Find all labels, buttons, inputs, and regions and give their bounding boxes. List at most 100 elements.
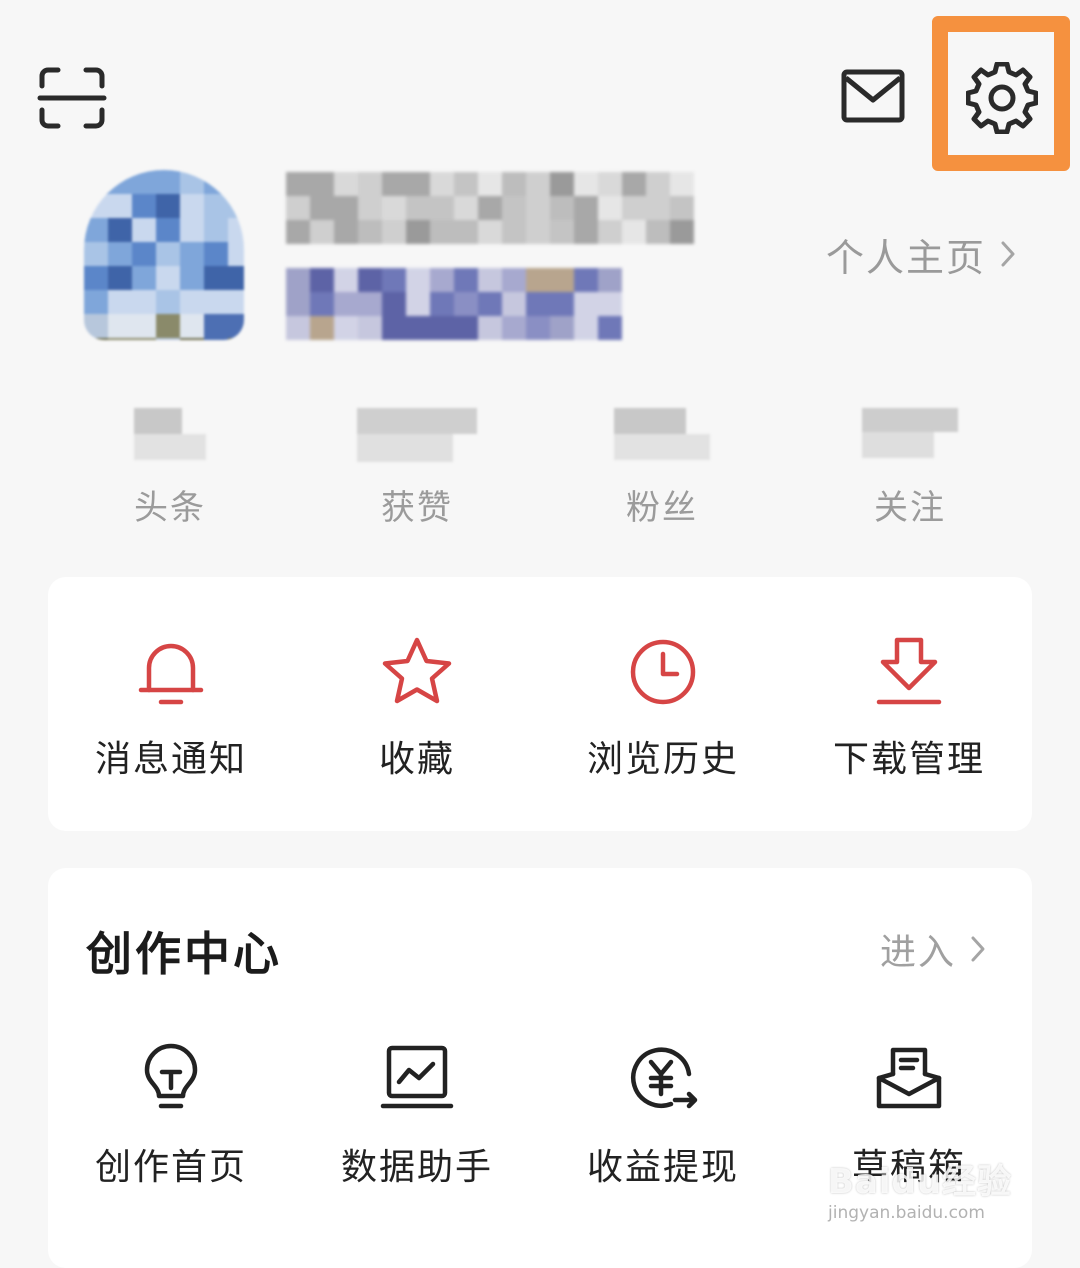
stat-label: 关注: [874, 488, 946, 528]
creator-home-button[interactable]: 创作首页: [48, 1040, 294, 1190]
avatar-pixel: [180, 266, 204, 290]
avatar-pixel: [132, 266, 156, 290]
avatar-pixel: [156, 314, 180, 338]
redaction-pixel: [574, 172, 598, 196]
avatar-pixel: [156, 194, 180, 218]
avatar-pixel: [180, 194, 204, 218]
yen-coin-icon: [623, 1040, 703, 1120]
redaction-pixel: [502, 268, 526, 292]
redaction-pixel: [550, 292, 574, 316]
redaction-pixel: [478, 220, 502, 244]
tool-label: 浏览历史: [586, 739, 739, 780]
tool-label: 收藏: [378, 739, 455, 780]
personal-homepage-link[interactable]: 个人主页: [826, 226, 1016, 282]
stat-value-redacted: [357, 408, 477, 464]
creator-center-title: 创作中心: [86, 927, 282, 981]
avatar-pixel: [228, 266, 244, 290]
redaction-pixel: [502, 292, 526, 316]
redaction-pixel: [310, 172, 334, 196]
avatar-pixel: [132, 290, 156, 314]
redaction-pixel: [406, 196, 430, 220]
clock-icon: [623, 632, 703, 712]
redaction-pixel: [382, 196, 406, 220]
avatar-pixel: [132, 194, 156, 218]
avatar-pixel: [108, 338, 132, 340]
tool-label: 收益提现: [586, 1147, 739, 1188]
redaction-pixel: [478, 292, 502, 316]
stat-headlines[interactable]: 头条: [70, 408, 270, 529]
redaction-pixel: [646, 220, 670, 244]
user-info-redacted: [286, 268, 626, 340]
lightbulb-icon: [131, 1040, 211, 1120]
stat-following[interactable]: 关注: [810, 408, 1010, 529]
avatar-pixel: [180, 290, 204, 314]
avatar-pixel: [132, 314, 156, 338]
redaction-pixel: [310, 292, 334, 316]
avatar[interactable]: [84, 170, 244, 340]
redaction-pixel: [670, 172, 694, 196]
redaction-pixel: [526, 268, 550, 292]
redaction-pixel: [454, 196, 478, 220]
redaction-pixel: [598, 292, 622, 316]
avatar-pixel: [108, 314, 132, 338]
redaction-pixel: [598, 220, 622, 244]
redaction-pixel: [454, 172, 478, 196]
redaction-pixel: [382, 268, 406, 292]
watermark-url: jingyan.baidu.com: [828, 1203, 985, 1223]
avatar-pixel: [84, 194, 108, 218]
username-redacted: [286, 172, 696, 244]
redaction-pixel: [286, 316, 310, 340]
avatar-pixel: [180, 242, 204, 266]
redaction-pixel: [550, 316, 574, 340]
redaction-pixel: [334, 292, 358, 316]
scan-button[interactable]: [36, 64, 108, 132]
personal-homepage-label: 个人主页: [826, 235, 987, 280]
redaction-pixel: [358, 196, 382, 220]
redaction-pixel: [574, 196, 598, 220]
messages-button[interactable]: [840, 66, 906, 126]
redaction-pixel: [478, 196, 502, 220]
redaction-pixel: [670, 220, 694, 244]
redaction-pixel: [598, 268, 622, 292]
redaction-pixel: [454, 292, 478, 316]
redaction-pixel: [646, 172, 670, 196]
avatar-pixel: [108, 194, 132, 218]
tool-label: 下载管理: [832, 739, 985, 780]
avatar-pixel: [84, 290, 108, 314]
tool-label: 创作首页: [94, 1147, 247, 1188]
redaction-pixel: [382, 172, 406, 196]
redaction-pixel: [430, 268, 454, 292]
creator-enter-link[interactable]: 进入: [880, 924, 986, 974]
history-button[interactable]: 浏览历史: [540, 632, 786, 782]
redaction-pixel: [670, 196, 694, 220]
redaction-pixel: [526, 292, 550, 316]
redaction-pixel: [550, 196, 574, 220]
redaction-pixel: [334, 316, 358, 340]
redaction-pixel: [478, 172, 502, 196]
redaction-pixel: [406, 316, 430, 340]
stat-fans[interactable]: 粉丝: [562, 408, 762, 529]
avatar-pixel: [180, 218, 204, 242]
redaction-pixel: [382, 316, 406, 340]
mail-icon: [841, 69, 905, 123]
stat-value-redacted: [614, 408, 710, 464]
favorites-button[interactable]: 收藏: [294, 632, 540, 782]
redaction-pixel: [622, 196, 646, 220]
stat-value-redacted: [134, 408, 206, 464]
avatar-pixel: [228, 314, 244, 338]
stat-likes[interactable]: 获赞: [317, 408, 517, 529]
avatar-pixel: [228, 218, 244, 242]
notifications-button[interactable]: 消息通知: [48, 632, 294, 782]
redaction-pixel: [550, 220, 574, 244]
bell-icon: [131, 632, 211, 712]
earnings-withdraw-button[interactable]: 收益提现: [540, 1040, 786, 1190]
redaction-pixel: [286, 220, 310, 244]
redaction-pixel: [310, 316, 334, 340]
data-assistant-button[interactable]: 数据助手: [294, 1040, 540, 1190]
redaction-pixel: [406, 220, 430, 244]
downloads-button[interactable]: 下载管理: [786, 632, 1032, 782]
avatar-pixel: [228, 170, 244, 194]
avatar-pixel: [84, 266, 108, 290]
avatar-pixel: [84, 170, 108, 194]
settings-button[interactable]: [966, 62, 1038, 134]
